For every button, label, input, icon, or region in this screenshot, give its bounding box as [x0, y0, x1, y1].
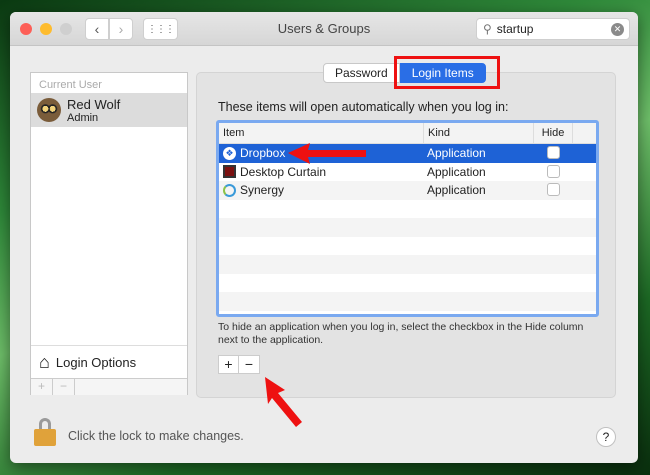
users-groups-window: ‹ › ⋮⋮⋮ Users & Groups ⚲ startup ✕ Curre… [10, 12, 638, 463]
lock-text: Click the lock to make changes. [68, 429, 244, 443]
arrow-to-remove-button [265, 377, 302, 427]
help-button[interactable]: ? [596, 427, 616, 447]
annotation-highlight-box [394, 56, 500, 89]
arrow-to-dropbox [288, 143, 366, 164]
lock-icon[interactable] [34, 418, 56, 446]
tab-password[interactable]: Password [323, 63, 400, 83]
